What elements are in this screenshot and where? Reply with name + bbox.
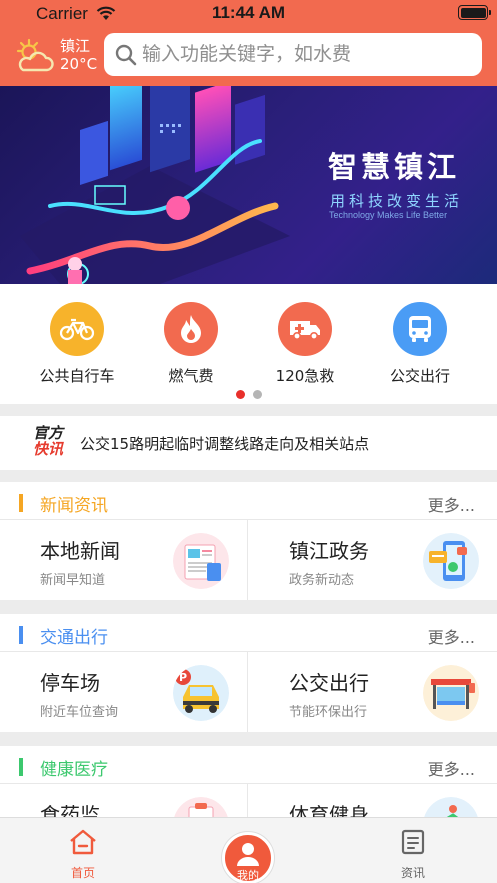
- city-name: 镇江: [60, 37, 91, 55]
- page-dot-active[interactable]: [235, 390, 245, 399]
- search-input[interactable]: [142, 39, 472, 69]
- service-gas-fee[interactable]: 燃气费: [136, 302, 246, 386]
- search-icon: [115, 44, 137, 66]
- search-box[interactable]: [104, 33, 482, 76]
- service-label: 公共自行车: [39, 367, 115, 385]
- section-traffic: 交通出行 更多... 停车场 附近车位查询 P 公交出行 节能环保出行: [0, 614, 497, 732]
- section-accent-bar: [19, 626, 23, 644]
- tab-label: 我的: [237, 869, 259, 882]
- service-public-bike[interactable]: 公共自行车: [22, 302, 132, 386]
- card-title: 本地新闻: [40, 539, 120, 563]
- tab-mine[interactable]: 我的: [222, 832, 274, 883]
- document-icon: [401, 829, 425, 855]
- bus-icon: [393, 302, 447, 356]
- status-time: 11:44 AM: [211, 3, 286, 22]
- more-link[interactable]: 更多...: [428, 624, 475, 648]
- bicycle-icon: [50, 302, 104, 356]
- section-accent-bar: [19, 494, 23, 512]
- announcement-bar[interactable]: 官方 快讯 公交15路明起临时调整线路走向及相关站点: [0, 416, 497, 470]
- svg-text:P: P: [179, 671, 187, 684]
- banner-english: Technology Makes Life Better: [329, 210, 448, 220]
- section-title: 健康医疗: [40, 760, 108, 780]
- tab-label: 资讯: [400, 866, 425, 880]
- card-government[interactable]: 镇江政务 政务新动态: [249, 520, 497, 600]
- banner-title: 智慧镇江: [328, 150, 461, 184]
- service-bus[interactable]: 公交出行: [365, 302, 475, 386]
- card-local-news[interactable]: 本地新闻 新闻早知道: [0, 520, 248, 600]
- card-subtitle: 附近车位查询: [40, 705, 119, 720]
- status-bar: Carrier 11:44 AM: [0, 0, 497, 28]
- top-header: Carrier 11:44 AM 镇江 20°C: [0, 0, 497, 86]
- section-header: 交通出行 更多...: [0, 614, 497, 652]
- page-indicator: [0, 384, 497, 403]
- section-news: 新闻资讯 更多... 本地新闻 新闻早知道 镇江政务 政务新动态: [0, 482, 497, 600]
- card-bus-travel[interactable]: 公交出行 节能环保出行: [249, 652, 497, 732]
- quick-services: 公共自行车 燃气费 120急救 公交出行: [0, 284, 497, 404]
- service-ambulance[interactable]: 120急救: [250, 302, 360, 386]
- tab-home[interactable]: 首页: [43, 828, 123, 881]
- official-news-logo: 官方 快讯: [33, 424, 64, 458]
- phone-services-icon: [423, 533, 479, 589]
- card-subtitle: 节能环保出行: [289, 705, 368, 720]
- service-label: 燃气费: [168, 367, 214, 385]
- section-accent-bar: [19, 758, 23, 776]
- temperature: 20°C: [60, 55, 98, 73]
- smart-city-illustration: [20, 86, 290, 284]
- page-dot[interactable]: [252, 390, 262, 399]
- card-title: 停车场: [40, 671, 100, 695]
- flame-icon: [164, 302, 218, 356]
- tab-label: 首页: [70, 866, 95, 880]
- card-title: 公交出行: [289, 671, 369, 695]
- card-subtitle: 政务新动态: [289, 573, 355, 588]
- promo-banner[interactable]: 智慧镇江 用科技改变生活 Technology Makes Life Bette…: [0, 86, 497, 284]
- more-link[interactable]: 更多...: [428, 756, 475, 780]
- section-header: 健康医疗 更多...: [0, 746, 497, 784]
- bus-stop-icon: [423, 665, 479, 721]
- tab-news[interactable]: 资讯: [373, 828, 453, 881]
- card-subtitle: 新闻早知道: [40, 573, 106, 588]
- bottom-tab-bar: 首页 我的 资讯: [0, 817, 497, 883]
- announcement-text[interactable]: 公交15路明起临时调整线路走向及相关站点: [80, 433, 369, 454]
- service-label: 120急救: [275, 367, 335, 385]
- ambulance-icon: [278, 302, 332, 356]
- card-parking[interactable]: 停车场 附近车位查询 P: [0, 652, 248, 732]
- section-title: 新闻资讯: [40, 496, 108, 516]
- partly-cloudy-icon: [16, 38, 54, 72]
- section-header: 新闻资讯 更多...: [0, 482, 497, 520]
- home-icon: [70, 829, 96, 855]
- battery-icon: [458, 5, 491, 20]
- banner-subtitle: 用科技改变生活: [330, 192, 464, 210]
- service-label: 公交出行: [389, 367, 450, 385]
- card-title: 镇江政务: [289, 539, 369, 563]
- more-link[interactable]: 更多...: [428, 492, 475, 516]
- weather-city[interactable]: 镇江 20°C: [60, 37, 97, 73]
- section-title: 交通出行: [40, 628, 108, 648]
- news-icon: [173, 533, 229, 589]
- parking-car-icon: P: [173, 665, 229, 721]
